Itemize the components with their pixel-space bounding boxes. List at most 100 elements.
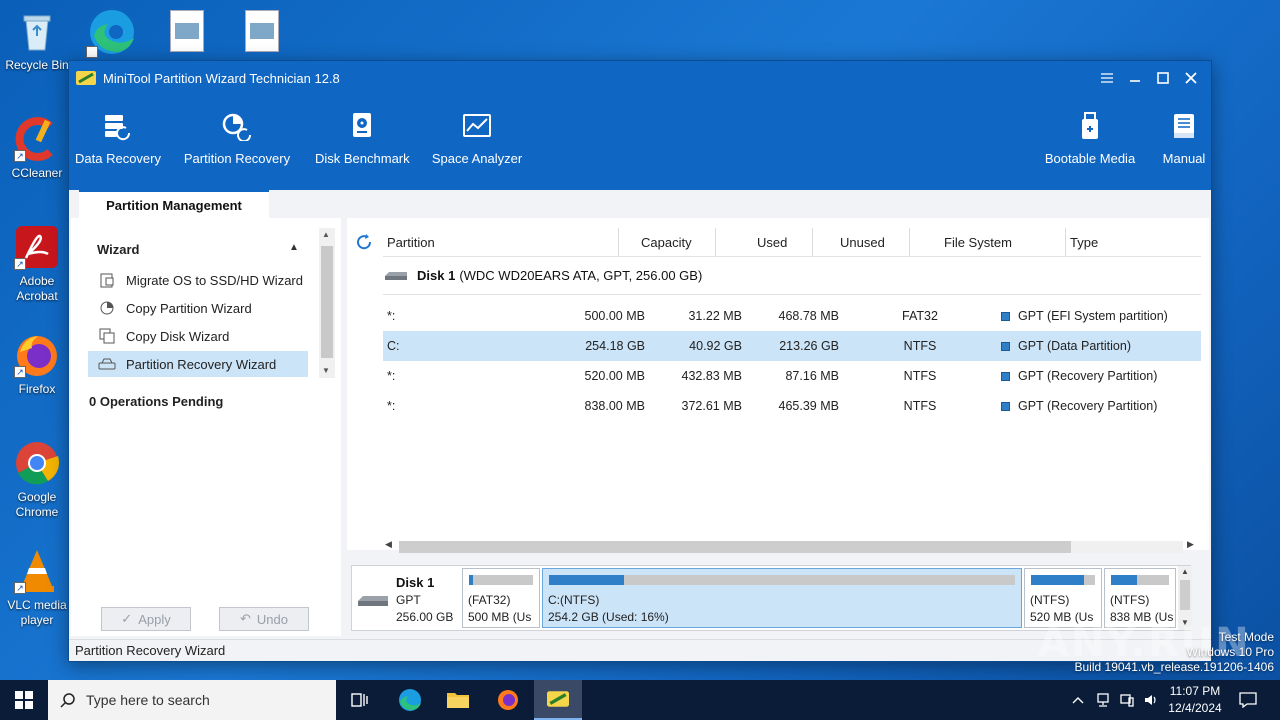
hard-disk-icon — [358, 596, 388, 606]
scroll-up-icon[interactable]: ▲ — [1181, 567, 1189, 576]
maximize-icon — [1157, 72, 1169, 84]
start-button[interactable] — [0, 680, 48, 720]
data-recovery-button[interactable]: Data Recovery — [75, 109, 161, 166]
title-bar[interactable]: MiniTool Partition Wizard Technician 12.… — [69, 61, 1211, 95]
adobe-acrobat-icon: ↗ — [14, 224, 60, 270]
close-icon — [1185, 72, 1197, 84]
taskbar: Type here to search 11:07 PM 12/4/2024 — [0, 680, 1280, 720]
wizard-heading: Wizard — [97, 242, 140, 257]
volume-icon — [1145, 695, 1156, 705]
disk-map-segment[interactable]: (NTFS) 520 MB (Us — [1024, 568, 1102, 628]
partition-recovery-icon — [222, 113, 252, 141]
table-row[interactable]: *: 838.00 MB 372.61 MB 465.39 MB NTFS GP… — [383, 391, 1201, 421]
desktop-icon-image-file[interactable] — [170, 10, 204, 52]
copy-disk-icon — [98, 327, 116, 345]
close-button[interactable] — [1177, 61, 1205, 95]
disk-benchmark-button[interactable]: Disk Benchmark — [315, 109, 410, 166]
data-recovery-icon — [105, 115, 131, 141]
search-icon — [60, 693, 75, 708]
bootable-media-button[interactable]: Bootable Media — [1041, 109, 1139, 166]
usage-fill — [1031, 575, 1085, 585]
scroll-thumb[interactable] — [321, 246, 333, 358]
scroll-down-icon[interactable]: ▼ — [322, 366, 330, 375]
desktop-icon-ccleaner[interactable]: ↗ CCleaner — [0, 116, 74, 181]
disk-map-segment[interactable]: (FAT32) 500 MB (Us — [462, 568, 540, 628]
scroll-right-icon[interactable]: ▶ — [1187, 539, 1194, 550]
devices-icon — [1120, 694, 1134, 707]
app-window: MiniTool Partition Wizard Technician 12.… — [68, 60, 1212, 662]
column-capacity[interactable]: Capacity — [641, 228, 692, 256]
scroll-thumb[interactable] — [399, 541, 1071, 553]
wizard-item-copy-disk[interactable]: Copy Disk Wizard — [88, 323, 308, 349]
taskbar-edge[interactable] — [386, 680, 434, 720]
space-analyzer-button[interactable]: Space Analyzer — [431, 109, 523, 166]
ccleaner-icon: ↗ — [14, 116, 60, 162]
space-analyzer-icon — [463, 114, 491, 137]
disk-map-segment[interactable]: (NTFS) 838 MB (Us — [1104, 568, 1176, 628]
tray-network[interactable] — [1092, 680, 1114, 720]
desktop-icon-adobe-acrobat[interactable]: ↗ Adobe Acrobat — [0, 224, 74, 304]
desktop-icon-vlc[interactable]: ↗ VLC media player — [0, 548, 74, 628]
window-title: MiniTool Partition Wizard Technician 12.… — [103, 70, 340, 86]
taskbar-search[interactable]: Type here to search — [48, 680, 336, 720]
tray-volume[interactable] — [1140, 680, 1162, 720]
menu-button[interactable] — [1093, 61, 1121, 95]
minimize-icon — [1130, 80, 1140, 82]
wizard-item-copy-partition[interactable]: Copy Partition Wizard — [88, 295, 308, 321]
task-view-icon — [351, 693, 368, 707]
refresh-button[interactable] — [355, 233, 373, 256]
task-view-button[interactable] — [336, 680, 384, 720]
column-type[interactable]: Type — [1070, 228, 1098, 256]
image-file-icon — [175, 23, 199, 39]
collapse-caret-icon[interactable]: ▲ — [289, 242, 299, 253]
table-row[interactable]: *: 500.00 MB 31.22 MB 468.78 MB FAT32 GP… — [383, 301, 1201, 331]
desktop-icon-edge[interactable] — [86, 6, 138, 58]
partition-type-icon — [1001, 312, 1010, 321]
tab-partition-management[interactable]: Partition Management — [79, 190, 269, 218]
column-used[interactable]: Used — [757, 228, 787, 256]
wizard-item-label: Copy Partition Wizard — [126, 300, 252, 316]
partition-type-icon — [1001, 402, 1010, 411]
manual-button[interactable]: Manual — [1159, 109, 1209, 166]
desktop-icon-google-chrome[interactable]: Google Chrome — [0, 440, 74, 520]
table-row[interactable]: C: 254.18 GB 40.92 GB 213.26 GB NTFS GPT… — [383, 331, 1201, 361]
maximize-button[interactable] — [1149, 61, 1177, 95]
partition-type-icon — [1001, 342, 1010, 351]
minimize-button[interactable] — [1121, 61, 1149, 95]
scroll-thumb[interactable] — [1180, 580, 1190, 610]
partition-type-icon — [1001, 372, 1010, 381]
disk-row[interactable]: Disk 1 (WDC WD20EARS ATA, GPT, 256.00 GB… — [383, 268, 702, 283]
scroll-up-icon[interactable]: ▲ — [322, 230, 330, 239]
scroll-left-icon[interactable]: ◀ — [385, 539, 392, 550]
apply-button[interactable]: ✓ Apply — [101, 607, 191, 631]
undo-button[interactable]: ↶ Undo — [219, 607, 309, 631]
wizard-item-label: Copy Disk Wizard — [126, 328, 230, 344]
wizard-item-partition-recovery[interactable]: Partition Recovery Wizard — [88, 351, 308, 377]
column-unused[interactable]: Unused — [840, 228, 885, 256]
tray-devices[interactable] — [1116, 680, 1138, 720]
taskbar-file-explorer[interactable] — [434, 680, 482, 720]
wizard-item-label: Partition Recovery Wizard — [126, 356, 277, 372]
tray-overflow-button[interactable] — [1068, 680, 1088, 720]
disk-map-label[interactable]: Disk 1 GPT 256.00 GB — [352, 566, 462, 630]
firefox-icon: ↗ — [14, 332, 60, 378]
desktop-icon-recycle-bin[interactable]: Recycle Bin — [0, 8, 74, 73]
table-hscrollbar[interactable]: ◀ ▶ — [383, 538, 1199, 553]
disk-benchmark-icon — [353, 113, 371, 137]
partition-recovery-button[interactable]: Partition Recovery — [183, 109, 291, 166]
taskbar-minitool[interactable] — [534, 680, 582, 720]
chevron-up-icon — [1072, 697, 1084, 704]
column-file-system[interactable]: File System — [944, 228, 1012, 256]
disk-map-segment[interactable]: C:(NTFS) 254.2 GB (Used: 16%) — [542, 568, 1022, 628]
desktop-icon-image-file-2[interactable] — [245, 10, 279, 52]
wizard-scrollbar[interactable]: ▲ ▼ — [319, 228, 335, 378]
table-row[interactable]: *: 520.00 MB 432.83 MB 87.16 MB NTFS GPT… — [383, 361, 1201, 391]
wizard-item-label: Migrate OS to SSD/HD Wizard — [126, 272, 303, 288]
taskbar-firefox[interactable] — [484, 680, 532, 720]
column-partition[interactable]: Partition — [387, 228, 435, 256]
notifications-button[interactable] — [1234, 680, 1262, 720]
taskbar-clock[interactable]: 11:07 PM 12/4/2024 — [1162, 683, 1228, 717]
desktop-icon-firefox[interactable]: ↗ Firefox — [0, 332, 74, 397]
wizard-item-migrate-os[interactable]: Migrate OS to SSD/HD Wizard — [88, 267, 308, 293]
edge-icon — [399, 689, 421, 711]
